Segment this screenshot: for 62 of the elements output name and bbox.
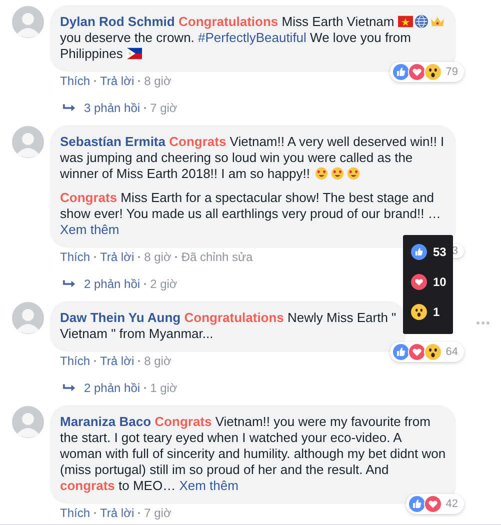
wow-face-icon: [411, 304, 427, 320]
replies-link[interactable]: 2 phản hồi: [84, 381, 140, 395]
replies-link[interactable]: 3 phản hồi: [84, 101, 140, 115]
reactions-badge[interactable]: 42: [406, 494, 464, 514]
action-link[interactable]: Trả lời: [100, 354, 134, 368]
comment-text: Daw Thein Yu Aung Congratulations Newly Miss Earth " Vietnam " from Myanmar...: [60, 310, 396, 342]
like-icon: [408, 495, 426, 513]
see-more-link[interactable]: Xem thêm: [60, 222, 120, 237]
comment-text: Sebastían Ermita Congrats Vietnam!! A very well deserved win!! I was jumping and cheering so loud win you were called as the winner of Miss Earth 2018!! I am so happy!!: [60, 134, 446, 182]
wow-face-icon: [424, 343, 442, 361]
reply-arrow-icon: [63, 279, 76, 289]
action-link[interactable]: Trả lời: [100, 250, 134, 264]
reply-time: 1 giờ: [150, 381, 178, 395]
see-more-link[interactable]: Xem thêm: [179, 478, 238, 493]
meta-text: 7 giờ: [144, 506, 172, 520]
reaction-count: 64: [446, 346, 458, 358]
action-link[interactable]: Trả lời: [100, 506, 134, 520]
reaction-count: 79: [446, 66, 458, 78]
globe-icon: [414, 15, 429, 28]
avatar[interactable]: [12, 406, 44, 438]
avatar[interactable]: [12, 126, 44, 158]
meta-text: 8 giờ: [144, 354, 172, 368]
heart-eyes-icon: [330, 167, 345, 180]
comment-text: Dylan Rod Schmid Congratulations Miss Earth Vietnam you deserve the crown. #PerfectlyBeautiful We love you from Philippines: [60, 14, 446, 62]
heart-eyes-icon: [346, 167, 361, 180]
author-name-link[interactable]: Sebastían Ermita: [60, 134, 166, 149]
reaction-count: 10: [433, 275, 446, 289]
action-link[interactable]: Thích: [60, 354, 90, 368]
reactions-badge[interactable]: 79: [390, 62, 464, 82]
hashtag-link[interactable]: #PerfectlyBeautiful: [198, 30, 306, 45]
comment-text: Maraniza Baco Congrats Vietnam!! you were my favourite from the start. I got teary eyed when I watched your eco-video. A woman with full of sincerity and humility. although my bet didnt won (miss portugal) still im so proud of her and the result. And congrats to MEO… Xem thêm: [60, 414, 446, 494]
like-icon: [392, 343, 410, 361]
author-name-link[interactable]: Daw Thein Yu Aung: [60, 310, 181, 325]
flag-icon: [126, 47, 142, 60]
action-link[interactable]: Thích: [60, 250, 90, 264]
comment-text: Congrats Miss Earth for a spectacular show! The best stage and show ever! You made us all earthlings very proud of our brand!! … Xem thêm: [60, 190, 442, 238]
reply-arrow-icon: [63, 103, 76, 113]
heart-eyes-icon: [314, 167, 329, 180]
wow-face-icon: [424, 63, 442, 81]
replies-link[interactable]: 2 phản hồi: [84, 277, 140, 291]
meta-text: 8 giờ: [144, 74, 172, 88]
reply-time: 7 giờ: [150, 101, 178, 115]
action-link[interactable]: Trả lời: [100, 74, 134, 88]
reaction-count: 42: [446, 498, 458, 510]
author-name-link[interactable]: Maraniza Baco: [60, 414, 152, 429]
reaction-count: 1: [433, 305, 440, 319]
reaction-count: 53: [433, 245, 446, 259]
avatar[interactable]: [12, 6, 44, 38]
reply-time: 2 giờ: [150, 277, 178, 291]
avatar[interactable]: [12, 302, 44, 334]
flag-icon: [398, 15, 413, 28]
action-link[interactable]: Thích: [60, 74, 90, 88]
like-icon: [411, 244, 427, 260]
more-icon[interactable]: [476, 321, 490, 325]
author-name-link[interactable]: Dylan Rod Schmid: [60, 14, 175, 29]
crown-icon: [430, 15, 445, 28]
reactions-badge[interactable]: 64: [390, 342, 464, 362]
like-icon: [392, 63, 410, 81]
action-link[interactable]: Thích: [60, 506, 90, 520]
meta-text: Đã chỉnh sửa: [181, 250, 253, 264]
meta-text: 8 giờ: [144, 250, 172, 264]
reply-arrow-icon: [63, 383, 76, 393]
